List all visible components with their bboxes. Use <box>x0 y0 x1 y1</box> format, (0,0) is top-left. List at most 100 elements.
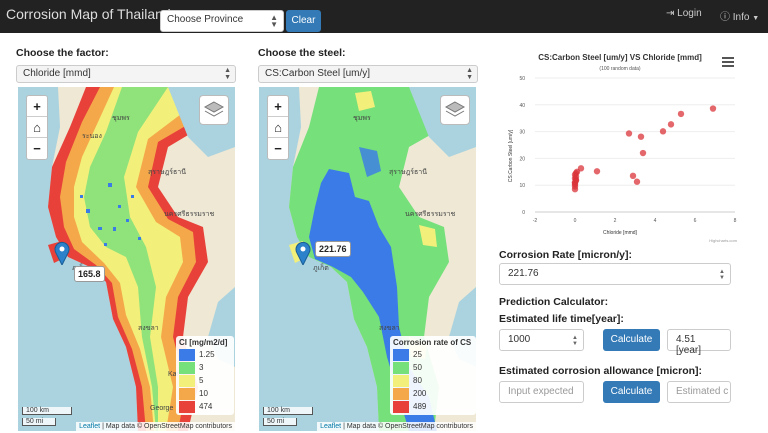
zoom-in-button[interactable]: + <box>27 96 47 117</box>
marker-value-label: 165.8 <box>74 266 105 282</box>
map-attribution: Leaflet | Map data © OpenStreetMap contr… <box>317 422 476 431</box>
select-arrows-icon: ▲ ▼ <box>224 67 231 81</box>
steel-select[interactable]: CS:Carbon Steel [um/y] ▲ ▼ <box>258 65 478 83</box>
y-tick-label: 40 <box>519 103 525 109</box>
legend-title: Corrosion rate of CS <box>393 338 472 347</box>
scale-bar-km: 100 km <box>263 407 313 415</box>
legend-row: 10 <box>179 387 231 400</box>
scatter-point[interactable] <box>593 168 601 175</box>
allowance-label: Estimated corrosion allowance [micron]: <box>499 365 703 377</box>
scatter-point[interactable] <box>677 110 685 118</box>
attribution-text: | Map data © OpenStreetMap contributors <box>343 423 473 430</box>
chart-title: CS:Carbon Steel [um/y] VS Chloride [mmd] <box>538 53 702 62</box>
scatter-chart: CS:Carbon Steel [um/y] VS Chloride [mmd]… <box>499 48 741 244</box>
legend-swatch <box>393 400 409 413</box>
scatter-point[interactable] <box>629 172 637 180</box>
scatter-point[interactable] <box>659 128 667 135</box>
corrosion-map[interactable]: + ⌂ − ชุมพร สุราษฎร์ธานี นครศรีธรรมราช ภ… <box>259 87 476 431</box>
factor-select[interactable]: Chloride [mmd] ▲ ▼ <box>16 65 236 83</box>
zoom-control: + ⌂ − <box>26 95 48 160</box>
legend-swatch <box>179 387 195 400</box>
legend-row: 5 <box>179 374 231 387</box>
corrosion-legend: Corrosion rate of CS 25 50 80 200 489 <box>390 336 476 415</box>
login-link[interactable]: ⇥ Login <box>666 8 702 19</box>
spinner-icon[interactable]: ▲ ▼ <box>572 335 578 347</box>
legend-swatch <box>179 361 195 374</box>
scatter-point[interactable] <box>572 176 580 184</box>
chloride-map[interactable]: + ⌂ − ชุมพร ระนอง สุราษฎร์ธานี นครศรีธรร… <box>18 87 235 431</box>
zoom-out-button[interactable]: − <box>27 138 47 159</box>
y-tick-label: 30 <box>519 130 525 136</box>
info-icon: ⓘ <box>720 12 730 23</box>
leaflet-link[interactable]: Leaflet <box>79 423 100 430</box>
scatter-point[interactable] <box>577 165 585 172</box>
marker-value-label: 221.76 <box>315 241 351 257</box>
life-result-field: 4.51 [year] <box>667 329 731 356</box>
province-select[interactable]: Choose Province ▲ ▼ <box>160 10 284 32</box>
calculate-life-button[interactable]: Calculate <box>603 329 660 351</box>
legend-row: 474 <box>179 400 231 413</box>
factor-select-value: Chloride [mmd] <box>23 68 91 79</box>
calculate-allowance-button[interactable]: Calculate <box>603 381 660 403</box>
layers-icon <box>203 101 225 117</box>
place-label: ชุมพร <box>112 115 130 122</box>
home-icon[interactable]: ⌂ <box>268 117 288 138</box>
chloride-legend: Cl [mg/m2/d] 1.25 3 5 10 474 <box>176 336 234 415</box>
legend-swatch <box>393 374 409 387</box>
attribution-text: | Map data © OpenStreetMap contributors <box>102 423 232 430</box>
map-marker-icon[interactable] <box>295 241 311 265</box>
chart-credit: Highcharts.com <box>709 238 737 243</box>
corrosion-rate-label: Corrosion Rate [micron/y]: <box>499 249 633 261</box>
corrosion-rate-input[interactable]: 221.76 ▲ ▼ <box>499 263 731 285</box>
scatter-point[interactable] <box>633 178 641 185</box>
legend-swatch <box>179 400 195 413</box>
place-label: ระนอง <box>82 133 102 140</box>
life-time-label: Estimated life time[year]: <box>499 313 624 325</box>
zoom-in-button[interactable]: + <box>268 96 288 117</box>
scatter-point[interactable] <box>637 133 645 140</box>
corrosion-rate-value: 221.76 <box>508 268 539 279</box>
x-tick-label: -2 <box>533 218 538 224</box>
layers-button[interactable] <box>440 95 470 125</box>
scatter-point[interactable] <box>667 121 675 128</box>
legend-swatch <box>393 348 409 361</box>
factor-label: Choose the factor: <box>16 47 109 59</box>
allowance-input[interactable]: Input expected <box>499 381 584 403</box>
clear-button[interactable]: Clear <box>286 10 321 32</box>
legend-row: 25 <box>393 348 473 361</box>
scatter-point[interactable] <box>639 149 647 157</box>
place-label: นครศรีธรรมราช <box>405 211 456 218</box>
x-tick-label: 4 <box>654 218 657 224</box>
place-label: สุราษฎร์ธานี <box>148 169 187 176</box>
leaflet-link[interactable]: Leaflet <box>320 423 341 430</box>
map-marker-icon[interactable] <box>54 241 70 265</box>
app-title: Corrosion Map of Thailand <box>6 6 171 22</box>
spinner-icon[interactable]: ▲ ▼ <box>719 269 725 281</box>
life-time-input[interactable]: 1000 ▲ ▼ <box>499 329 584 351</box>
allowance-result-field: Estimated c <box>667 381 731 403</box>
map-attribution: Leaflet | Map data © OpenStreetMap contr… <box>76 422 235 431</box>
legend-row: 80 <box>393 374 473 387</box>
place-label: ภูเก็ต <box>313 265 329 272</box>
legend-swatch <box>393 387 409 400</box>
x-tick-label: 8 <box>734 218 737 224</box>
life-time-value: 1000 <box>508 334 531 345</box>
zoom-out-button[interactable]: − <box>268 138 288 159</box>
caret-down-icon: ▼ <box>752 15 760 22</box>
legend-row: 489 <box>393 400 473 413</box>
legend-swatch <box>179 348 195 361</box>
legend-row: 50 <box>393 361 473 374</box>
layers-button[interactable] <box>199 95 229 125</box>
scatter-point[interactable] <box>625 130 633 137</box>
legend-row: 3 <box>179 361 231 374</box>
info-menu[interactable]: ⓘ Info ▼ <box>720 8 759 23</box>
scatter-point[interactable] <box>709 105 717 112</box>
hamburger-icon[interactable] <box>721 56 735 68</box>
chart-xlabel: Chloride [mmd] <box>603 230 638 236</box>
place-label: สงขลา <box>379 325 400 332</box>
home-icon[interactable]: ⌂ <box>27 117 47 138</box>
x-tick-label: 6 <box>694 218 697 224</box>
place-label: ชุมพร <box>353 115 371 122</box>
allowance-placeholder: Input expected <box>508 386 574 397</box>
steel-label: Choose the steel: <box>258 47 346 59</box>
